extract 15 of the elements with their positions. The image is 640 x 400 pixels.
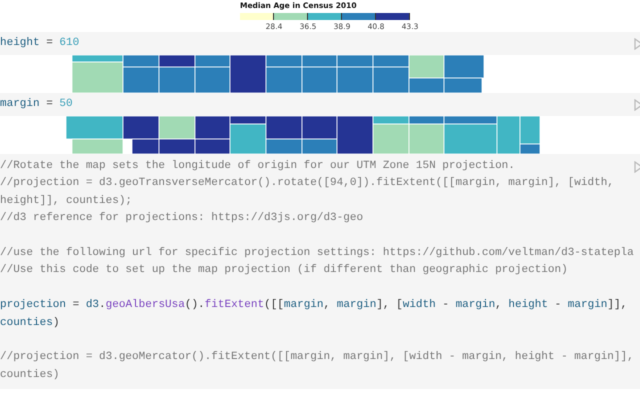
code-line: counties) bbox=[0, 316, 60, 331]
code-line: //Use this code to set up the map projection (if different than geographic projection) bbox=[0, 263, 568, 278]
play-icon[interactable] bbox=[634, 161, 640, 173]
play-icon[interactable] bbox=[634, 99, 640, 111]
code-line: //projection = d3.geoTransverseMercator().rotate([94,0]).fitExtent([[margin, margin], [width, bbox=[0, 176, 614, 192]
code-line: height = 610 bbox=[0, 36, 80, 51]
code-line: height]], counties); bbox=[0, 194, 132, 209]
code-line: counties) bbox=[0, 368, 60, 383]
code-line: //d3 reference for projections: https://d3js.org/d3-geo bbox=[0, 211, 364, 226]
play-icon[interactable] bbox=[634, 38, 640, 50]
code-line: margin = 50 bbox=[0, 96, 73, 112]
code-line: projection = d3.geoAlbersUsa().fitExtent([[margin, margin], [width - margin, height - margin]], bbox=[0, 298, 628, 314]
code-line: //use the following url for specific projection settings: https://github.com/veltman/d3-statepla bbox=[0, 246, 634, 262]
code-line: //Rotate the map sets the longitude of origin for our UTM Zone 15N projection. bbox=[0, 159, 515, 174]
code-line: //projection = d3.geoMercator().fitExtent([[margin, margin], [width - margin, height - margin]], bbox=[0, 350, 634, 366]
